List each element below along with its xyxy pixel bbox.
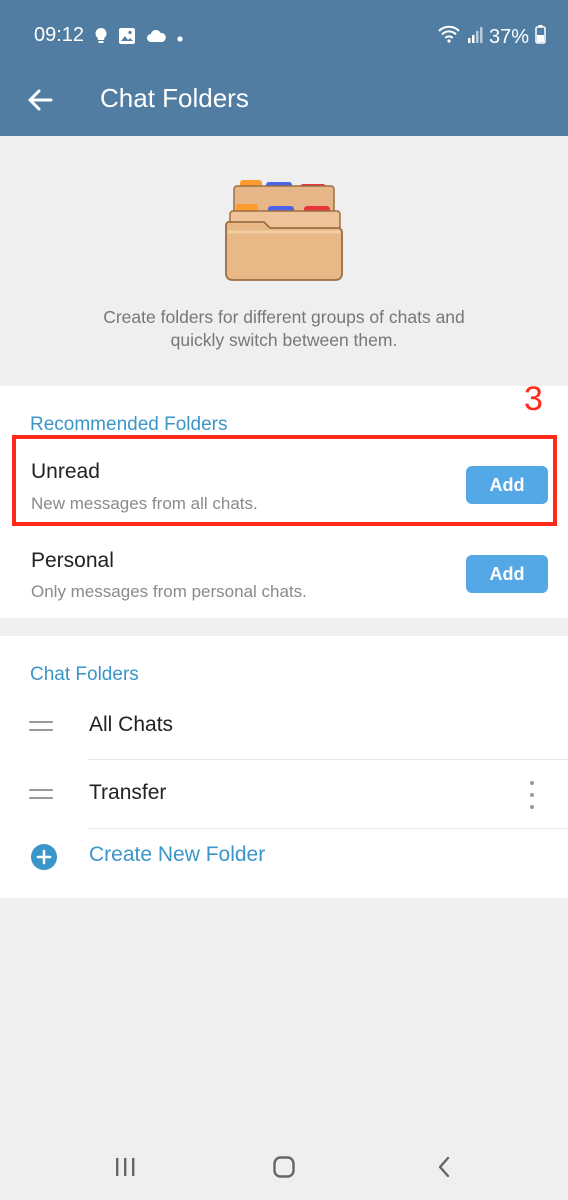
system-nav-bar — [0, 1136, 568, 1200]
recommended-folders-title: Recommended Folders — [30, 414, 228, 435]
arrow-left-icon — [27, 88, 53, 117]
app-bar: Chat Folders — [0, 70, 568, 136]
status-time: 09:12 — [34, 24, 85, 46]
cloud-icon — [146, 28, 166, 49]
recent-apps-icon — [113, 1156, 137, 1183]
battery-icon — [535, 24, 546, 50]
back-nav-button[interactable] — [424, 1154, 464, 1184]
folder-item-transfer[interactable]: Transfer — [0, 760, 568, 828]
folders-icon — [222, 174, 346, 284]
create-new-folder-button[interactable]: Create New Folder — [0, 829, 568, 885]
chat-folders-title: Chat Folders — [30, 664, 139, 685]
annotation-highlight-box — [12, 435, 557, 526]
add-personal-button[interactable]: Add — [466, 555, 548, 593]
chat-folders-section: Chat Folders All Chats Transfer Create N… — [0, 636, 568, 898]
folders-description: Create folders for different groups of c… — [40, 306, 528, 352]
plus-circle-icon — [31, 844, 57, 870]
signal-icon — [467, 24, 483, 50]
home-icon — [272, 1155, 296, 1184]
lightbulb-icon — [94, 27, 108, 50]
folder-item-name: All Chats — [89, 713, 174, 736]
page-title: Chat Folders — [100, 83, 249, 113]
status-bar: 09:12 37% — [0, 0, 568, 70]
dot-icon — [176, 30, 184, 48]
more-options-icon[interactable] — [522, 781, 542, 809]
drag-handle-icon[interactable] — [29, 789, 53, 801]
create-new-folder-label: Create New Folder — [89, 843, 266, 866]
drag-handle-icon[interactable] — [29, 721, 53, 733]
status-icons-left — [94, 27, 184, 50]
folder-item-name: Transfer — [89, 781, 167, 804]
annotation-number: 3 — [524, 380, 543, 418]
battery-text: 37% — [488, 25, 529, 48]
recommended-item-personal: Personal Only messages from personal cha… — [0, 535, 568, 619]
recent-apps-button[interactable] — [105, 1154, 145, 1184]
recommended-item-title: Personal — [31, 549, 114, 572]
recommended-item-subtitle: Only messages from personal chats. — [31, 582, 307, 601]
wifi-icon — [437, 24, 461, 50]
folder-item-all-chats[interactable]: All Chats — [0, 692, 568, 760]
folders-intro: Create folders for different groups of c… — [0, 136, 568, 384]
back-button[interactable] — [20, 82, 60, 122]
back-icon — [436, 1155, 452, 1184]
home-button[interactable] — [264, 1154, 304, 1184]
folders-description-line1: Create folders for different groups of c… — [103, 307, 465, 327]
status-icons-right: 37% — [437, 24, 546, 50]
folders-description-line2: quickly switch between them. — [170, 330, 398, 350]
image-icon — [118, 27, 136, 50]
